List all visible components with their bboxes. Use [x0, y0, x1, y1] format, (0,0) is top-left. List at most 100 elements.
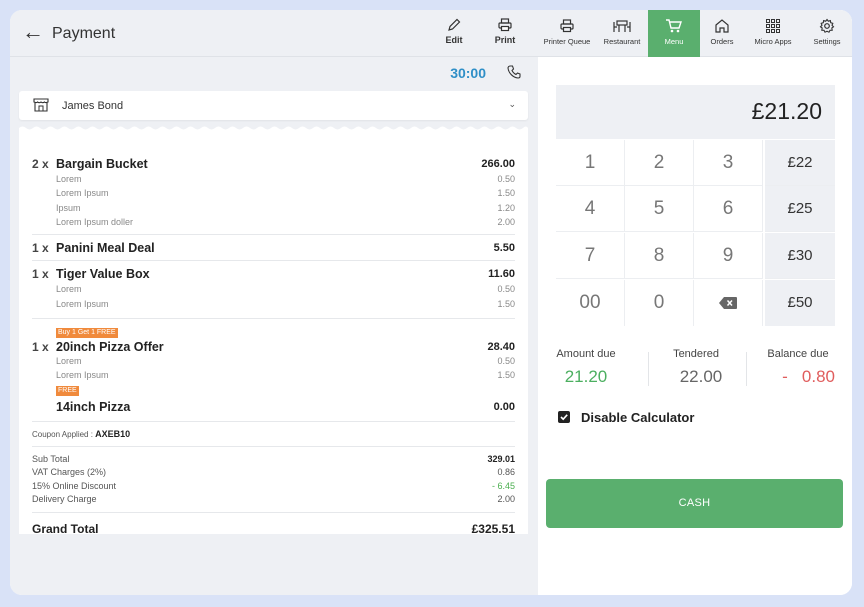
modifier-name: Lorem Ipsum [56, 299, 109, 309]
key-00[interactable]: 00 [556, 280, 625, 326]
modifier-name: Lorem Ipsum [56, 188, 109, 198]
printer-icon [498, 18, 512, 32]
grand-total-value: £325.51 [471, 522, 515, 536]
amount-display: £21.20 [556, 85, 835, 139]
item-name: 20inch Pizza Offer [56, 340, 164, 354]
edit-label: Edit [445, 35, 463, 45]
divider [32, 512, 515, 513]
display-amount: £21.20 [751, 98, 822, 124]
backspace-key[interactable] [694, 280, 763, 326]
key-4[interactable]: 4 [556, 186, 625, 232]
restaurant-icon [613, 20, 631, 32]
store-icon [33, 98, 49, 112]
balance-due: Balance due - 0.80 [759, 348, 837, 392]
edit-button[interactable]: Edit [434, 17, 474, 45]
nav-restaurant[interactable]: Restaurant [596, 10, 648, 57]
header-bar: ← Payment Edit Print [10, 10, 538, 57]
printer-icon [560, 19, 574, 33]
item-name: Panini Meal Deal [56, 241, 155, 255]
discount-value: - 6.45 [491, 481, 515, 491]
key-6[interactable]: 6 [694, 186, 763, 232]
divider [746, 352, 747, 386]
item-qty: 1 x [32, 267, 49, 281]
key-1[interactable]: 1 [556, 140, 625, 186]
home-icon [715, 19, 729, 33]
key-3[interactable]: 3 [694, 140, 763, 186]
item-price: 28.40 [487, 341, 515, 353]
modifier-price: 2.00 [497, 217, 515, 227]
modifier-price: 1.50 [497, 370, 515, 380]
quick-amount-22[interactable]: £22 [765, 140, 835, 186]
modifier-price: 0.50 [497, 356, 515, 366]
key-2[interactable]: 2 [625, 140, 694, 186]
coupon-label: Coupon Applied : [32, 430, 93, 439]
cash-button[interactable]: CASH [546, 479, 843, 528]
quick-amount-30[interactable]: £30 [765, 233, 835, 279]
nav-menu[interactable]: Menu [648, 10, 700, 57]
key-5[interactable]: 5 [625, 186, 694, 232]
payment-pane: Printer Queue Restaurant Menu Orders Mic… [538, 10, 852, 595]
customer-select[interactable]: James Bond ⌄ [19, 91, 528, 120]
modifier-name: Lorem Ipsum doller [56, 217, 134, 227]
pencil-icon [448, 18, 461, 31]
item-name: Tiger Value Box [56, 267, 150, 281]
key-0[interactable]: 0 [625, 280, 694, 326]
nav-micro-apps[interactable]: Micro Apps [744, 10, 802, 57]
app-window: ← Payment Edit Print 30:00 James Bond ⌄ [10, 10, 852, 595]
quick-amount-50[interactable]: £50 [765, 280, 835, 326]
back-arrow-icon[interactable]: ← [22, 21, 44, 43]
coupon-applied: Coupon Applied : AXEB10 [32, 429, 130, 439]
item-price: 11.60 [488, 268, 515, 280]
receipt-edge [19, 126, 528, 131]
item-price: 5.50 [493, 242, 515, 254]
free-badge: FREE [56, 386, 79, 396]
item-price: 0.00 [493, 401, 515, 413]
print-button[interactable]: Print [485, 17, 525, 45]
divider [32, 318, 515, 319]
item-name: Bargain Bucket [56, 157, 148, 171]
offer-badge: Buy 1 Get 1 FREE [56, 328, 118, 338]
modifier-price: 0.50 [497, 174, 515, 184]
vat-value: 0.86 [497, 467, 515, 477]
nav-orders[interactable]: Orders [700, 10, 744, 57]
modifier-name: Lorem [56, 356, 82, 366]
delivery-value: 2.00 [497, 494, 515, 504]
phone-icon[interactable] [506, 64, 522, 80]
modifier-name: Lorem [56, 284, 82, 294]
disable-calculator-checkbox[interactable] [558, 411, 570, 423]
order-pane: ← Payment Edit Print 30:00 James Bond ⌄ [10, 10, 538, 595]
divider [32, 446, 515, 447]
key-7[interactable]: 7 [556, 233, 625, 279]
delivery-label: Delivery Charge [32, 494, 97, 504]
tendered-value: 22.00 [679, 367, 723, 386]
divider [648, 352, 649, 386]
customer-name: James Bond [62, 100, 124, 112]
modifier-name: Ipsum [56, 203, 81, 213]
coupon-code: AXEB10 [95, 429, 131, 439]
modifier-name: Lorem Ipsum [56, 370, 109, 380]
disable-calculator-label: Disable Calculator [581, 410, 695, 425]
item-qty: 2 x [32, 157, 49, 171]
timer-row: 30:00 [10, 58, 538, 88]
modifier-price: 1.50 [497, 188, 515, 198]
subtotal-label: Sub Total [32, 454, 70, 464]
nav-label: Restaurant [603, 37, 641, 46]
nav-settings[interactable]: Settings [802, 10, 852, 57]
balance-due-value: 0.80 [801, 367, 835, 386]
amount-due: Amount due 21.20 [554, 348, 618, 392]
nav-label: Orders [710, 37, 734, 46]
item-qty: 1 x [32, 241, 49, 255]
page-title: Payment [52, 25, 116, 42]
balance-due-label: Balance due [767, 348, 829, 360]
tendered-label: Tendered [673, 348, 719, 360]
nav-printer-queue[interactable]: Printer Queue [538, 10, 596, 57]
modifier-name: Lorem [56, 174, 82, 184]
nav-label: Settings [813, 37, 841, 46]
item-name: 14inch Pizza [56, 400, 131, 414]
quick-amount-25[interactable]: £25 [765, 186, 835, 232]
backspace-icon [719, 296, 737, 309]
key-8[interactable]: 8 [625, 233, 694, 279]
key-9[interactable]: 9 [694, 233, 763, 279]
payment-summary: Amount due 21.20 Tendered 22.00 Balance … [556, 348, 835, 392]
nav-label: Menu [664, 37, 684, 46]
